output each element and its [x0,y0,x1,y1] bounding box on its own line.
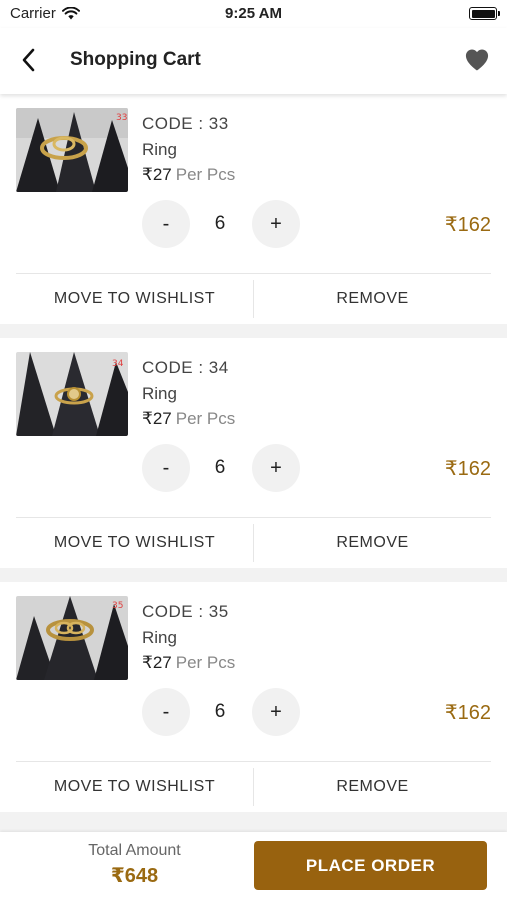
price-value: ₹27 [142,653,172,672]
cart-item: 34 CODE : 34 Ring ₹27 Per Pcs - 6 + ₹162 … [0,338,507,568]
quantity-value: 6 [214,701,226,722]
product-price: ₹27 Per Pcs [142,165,235,185]
divider [16,273,491,274]
cart-item: 35 CODE : 35 Ring ₹27 Per Pcs - 6 + ₹162 … [0,582,507,812]
decrease-quantity-button[interactable]: - [142,444,190,492]
product-image[interactable]: 35 [16,596,128,680]
product-image[interactable]: 33 [16,108,128,192]
product-price: ₹27 Per Pcs [142,409,235,429]
product-name: Ring [142,140,177,159]
increase-quantity-button[interactable]: + [252,444,300,492]
quantity-value: 6 [214,213,226,234]
move-to-wishlist-button[interactable]: MOVE TO WISHLIST [16,768,253,806]
increase-quantity-button[interactable]: + [252,688,300,736]
heart-icon [465,49,489,71]
back-button[interactable] [16,46,44,74]
product-code: CODE : 33 [142,114,229,133]
move-to-wishlist-button[interactable]: MOVE TO WISHLIST [16,524,253,562]
decrease-quantity-button[interactable]: - [142,688,190,736]
price-unit: Per Pcs [175,653,236,672]
product-name: Ring [142,384,177,403]
chevron-left-icon [22,48,35,72]
price-value: ₹27 [142,409,172,428]
product-image[interactable]: 34 [16,352,128,436]
remove-button[interactable]: REMOVE [254,280,491,318]
cart-footer: Total Amount ₹648 PLACE ORDER [0,832,507,900]
page-title: Shopping Cart [70,49,201,70]
product-code: CODE : 35 [142,602,229,621]
total-amount-label: Total Amount [88,842,181,859]
divider [16,761,491,762]
cart-list[interactable]: 33 CODE : 33 Ring ₹27 Per Pcs - 6 + ₹162 … [0,94,507,832]
remove-button[interactable]: REMOVE [254,524,491,562]
line-total: ₹162 [444,458,491,480]
place-order-button[interactable]: PLACE ORDER [254,841,487,890]
product-code: CODE : 34 [142,358,229,377]
product-name: Ring [142,628,177,647]
price-value: ₹27 [142,165,172,184]
quantity-value: 6 [214,457,226,478]
status-bar: Carrier 9:25 AM [0,0,507,28]
price-unit: Per Pcs [175,165,236,184]
image-tag: 34 [112,359,124,369]
battery-icon [469,7,500,20]
status-time: 9:25 AM [225,5,282,22]
decrease-quantity-button[interactable]: - [142,200,190,248]
cart-item: 33 CODE : 33 Ring ₹27 Per Pcs - 6 + ₹162 … [0,94,507,324]
price-unit: Per Pcs [175,409,236,428]
total-amount-value: ₹648 [110,865,159,887]
increase-quantity-button[interactable]: + [252,200,300,248]
line-total: ₹162 [444,702,491,724]
wishlist-button[interactable] [463,46,491,74]
image-tag: 35 [112,601,123,611]
image-tag: 33 [116,113,127,123]
remove-button[interactable]: REMOVE [254,768,491,806]
line-total: ₹162 [444,214,491,236]
product-price: ₹27 Per Pcs [142,653,235,673]
divider [16,517,491,518]
move-to-wishlist-button[interactable]: MOVE TO WISHLIST [16,280,253,318]
nav-header: Shopping Cart [0,28,507,94]
